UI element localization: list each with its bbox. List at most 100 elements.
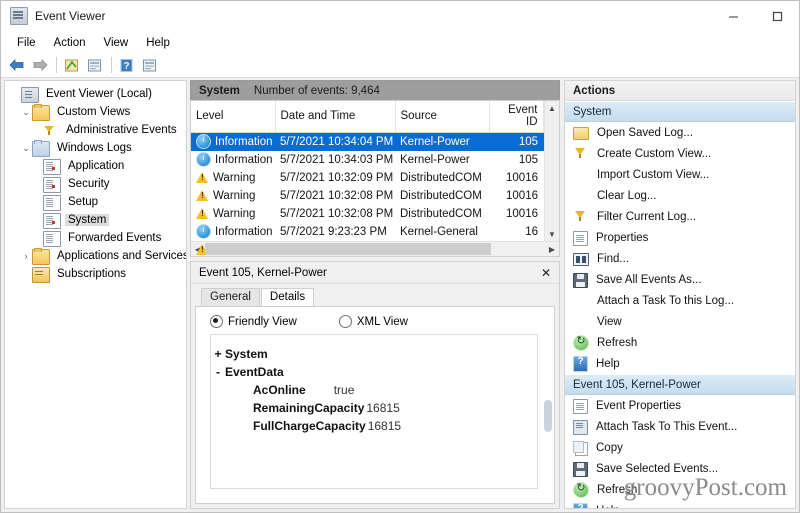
- tree-item-forwarded-events[interactable]: Forwarded Events: [5, 229, 186, 247]
- tree-item-label: Application: [68, 160, 125, 172]
- node-eventdata[interactable]: - EventData: [211, 363, 537, 381]
- node-system[interactable]: + System: [211, 345, 537, 363]
- tree-twisty-icon[interactable]: ⌄: [20, 106, 32, 118]
- action-item-save-all-events-as[interactable]: Save All Events As...: [565, 269, 795, 290]
- action-item-properties[interactable]: Properties: [565, 227, 795, 248]
- cell-level: Information: [191, 223, 275, 241]
- console-tree: Event Viewer (Local) ⌄ Custom Views Adminis…: [5, 81, 186, 283]
- menu-help[interactable]: Help: [137, 35, 179, 51]
- scroll-up-icon[interactable]: ▲: [545, 101, 559, 115]
- scroll-down-icon[interactable]: ▼: [545, 227, 559, 241]
- action-item-view[interactable]: View: [565, 311, 795, 332]
- friendly-view-content[interactable]: + System - EventData AcOnline true Remai…: [210, 334, 538, 489]
- open-saved-log-icon: [573, 127, 589, 140]
- tree-item-application[interactable]: Application: [5, 157, 186, 175]
- action-item-label: Save All Events As...: [596, 273, 702, 286]
- forward-icon[interactable]: [29, 55, 51, 75]
- column-header-source[interactable]: Source: [395, 101, 490, 133]
- event-list[interactable]: Level Date and Time Source Event ID Ta I…: [190, 100, 560, 257]
- event-list-horizontal-scrollbar[interactable]: ◀ ▶: [191, 241, 559, 256]
- radio-friendly-view-indicator[interactable]: [210, 315, 223, 328]
- tree-item-event-viewer-local[interactable]: Event Viewer (Local): [5, 85, 186, 103]
- properties-icon[interactable]: [84, 55, 106, 75]
- menu-view[interactable]: View: [95, 35, 138, 51]
- table-row[interactable]: Warning 5/7/2021 10:32:08 PM DistributedCO…: [191, 187, 544, 205]
- event-count: Number of events: 9,464: [253, 84, 380, 97]
- tree-item-windows-logs[interactable]: ⌄ Windows Logs: [5, 139, 186, 157]
- horizontal-scroll-track[interactable]: [205, 242, 545, 256]
- horizontal-scroll-thumb[interactable]: [205, 243, 491, 255]
- tree-item-security[interactable]: Security: [5, 175, 186, 193]
- action-item-attach-a-task-to-this-log[interactable]: Attach a Task To this Log...: [565, 290, 795, 311]
- action-item-help[interactable]: Help: [565, 500, 795, 508]
- tree-twisty-icon[interactable]: ⌄: [20, 142, 32, 154]
- scroll-right-icon[interactable]: ▶: [545, 242, 559, 256]
- action-item-find[interactable]: Find...: [565, 248, 795, 269]
- cell-event-id: 105: [518, 153, 538, 166]
- action-item-import-custom-view[interactable]: Import Custom View...: [565, 164, 795, 185]
- action-item-clear-log[interactable]: Clear Log...: [565, 185, 795, 206]
- show-action-pane-icon[interactable]: [139, 55, 161, 75]
- column-header-event-id[interactable]: Event ID: [489, 101, 544, 133]
- tree-twisty-icon[interactable]: ›: [20, 250, 32, 262]
- menu-action[interactable]: Action: [45, 35, 95, 51]
- tab-details[interactable]: Details: [260, 288, 315, 307]
- action-item-filter-current-log[interactable]: Filter Current Log...: [565, 206, 795, 227]
- column-header-date-and-time[interactable]: Date and Time: [275, 101, 396, 133]
- help-icon[interactable]: ?: [116, 55, 138, 75]
- tree-twisty-spacer: [31, 124, 43, 136]
- cell-level-label: Information: [215, 225, 273, 238]
- close-icon[interactable]: ✕: [537, 264, 555, 282]
- action-item-help[interactable]: Help: [565, 353, 795, 374]
- show-hide-console-tree-icon[interactable]: [61, 55, 83, 75]
- action-item-save-selected-events[interactable]: Save Selected Events...: [565, 458, 795, 479]
- view-mode-options: Friendly View XML View: [196, 307, 554, 334]
- tab-general[interactable]: General: [201, 288, 260, 306]
- actions-section-header: System: [565, 101, 795, 122]
- event-list-vertical-scrollbar[interactable]: ▲ ▼: [544, 101, 559, 241]
- table-row[interactable]: Warning 5/7/2021 10:32:09 PM DistributedCO…: [191, 169, 544, 187]
- action-item-label: Attach a Task To this Log...: [597, 294, 735, 307]
- menu-file[interactable]: File: [8, 35, 45, 51]
- expand-system-icon[interactable]: +: [211, 347, 225, 361]
- log-red-icon: [43, 176, 61, 193]
- radio-friendly-view[interactable]: Friendly View: [210, 315, 297, 328]
- back-icon[interactable]: [6, 55, 28, 75]
- table-row[interactable]: Information 5/7/2021 10:34:03 PM Kernel-Po…: [191, 151, 544, 169]
- tree-item-label: Administrative Events: [66, 124, 177, 136]
- action-item-refresh[interactable]: Refresh: [565, 332, 795, 353]
- table-row[interactable]: Information5/7/2021 10:34:04 PMKernel-Po…: [191, 132, 544, 151]
- cell-event-id: 10016: [506, 189, 538, 202]
- minimize-button[interactable]: [711, 1, 755, 31]
- tree-item-setup[interactable]: Setup: [5, 193, 186, 211]
- collapse-eventdata-icon[interactable]: -: [211, 365, 225, 379]
- event-details-panel: Event 105, Kernel-Power ✕ General Detail…: [190, 261, 560, 509]
- cell-source: Kernel-Power: [400, 153, 470, 166]
- radio-xml-view-indicator[interactable]: [338, 315, 352, 328]
- radio-xml-view[interactable]: XML View: [338, 315, 408, 328]
- column-header-level[interactable]: Level: [191, 101, 276, 133]
- maximize-button[interactable]: [755, 1, 799, 31]
- vertical-scroll-track[interactable]: [545, 115, 559, 227]
- cell-date-and-time: 5/7/2021 10:32:08 PM: [280, 189, 394, 202]
- tree-item-applications-and-services-logs[interactable]: › Applications and Services Logs: [5, 247, 186, 265]
- tree-item-administrative-events[interactable]: Administrative Events: [5, 121, 186, 139]
- table-row[interactable]: Warning 5/7/2021 10:32:08 PM DistributedCO…: [191, 205, 544, 223]
- tree-twisty-spacer: [9, 88, 21, 100]
- table-row[interactable]: Information 5/7/2021 9:23:23 PM Kernel-Gen…: [191, 223, 544, 241]
- action-item-event-properties[interactable]: Event Properties: [565, 395, 795, 416]
- action-item-attach-task-to-this-event[interactable]: Attach Task To This Event...: [565, 416, 795, 437]
- action-item-refresh[interactable]: Refresh: [565, 479, 795, 500]
- event-details-title: Event 105, Kernel-Power: [199, 266, 327, 279]
- tree-item-system[interactable]: System: [5, 211, 186, 229]
- action-item-copy[interactable]: Copy: [565, 437, 795, 458]
- actions-section-header: Event 105, Kernel-Power: [565, 374, 795, 395]
- action-item-create-custom-view[interactable]: Create Custom View...: [565, 143, 795, 164]
- cell-level-label: Information: [215, 135, 273, 148]
- warning-icon: [196, 171, 209, 184]
- details-scroll-thumb[interactable]: [544, 399, 552, 432]
- details-vertical-scrollbar[interactable]: [544, 347, 552, 493]
- tree-item-custom-views[interactable]: ⌄ Custom Views: [5, 103, 186, 121]
- action-item-open-saved-log[interactable]: Open Saved Log...: [565, 122, 795, 143]
- tree-item-subscriptions[interactable]: Subscriptions: [5, 265, 186, 283]
